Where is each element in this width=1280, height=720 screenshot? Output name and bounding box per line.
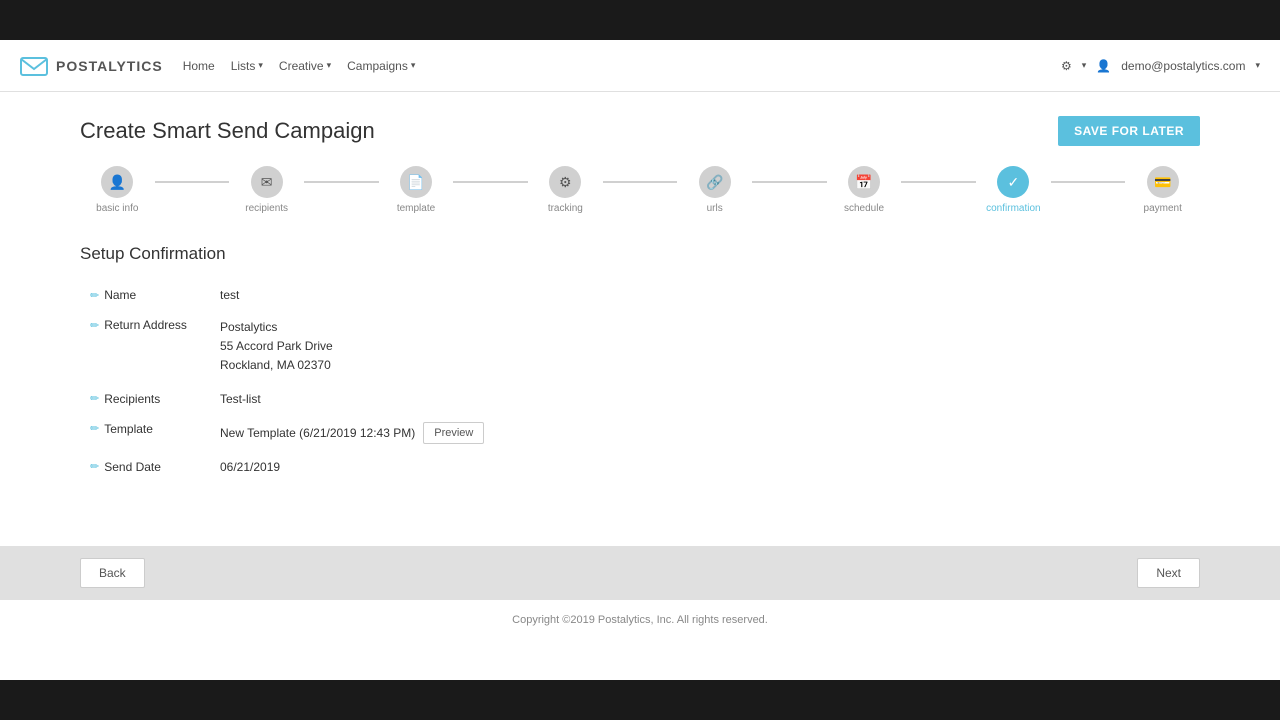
recipients-field-label: ✏ Recipients bbox=[90, 392, 200, 406]
address-line-1: Postalytics bbox=[220, 318, 1190, 337]
nav-creative[interactable]: Creative ▾ bbox=[279, 59, 331, 73]
address-line-3: Rockland, MA 02370 bbox=[220, 356, 1190, 375]
step-circle-recipients: ✉ bbox=[251, 166, 283, 198]
navbar-left: POSTALYTICS Home Lists ▾ Creative ▾ Camp… bbox=[20, 52, 415, 80]
user-email[interactable]: demo@postalytics.com bbox=[1121, 59, 1245, 73]
connector-7 bbox=[1051, 181, 1126, 183]
edit-icon-template[interactable]: ✏ bbox=[90, 422, 99, 435]
template-value: New Template (6/21/2019 12:43 PM) bbox=[220, 426, 415, 440]
confirmation-table: ✏ Name test ✏ Return Address bbox=[80, 280, 1200, 482]
step-label-tracking: tracking bbox=[548, 203, 583, 214]
step-label-confirmation: confirmation bbox=[986, 203, 1040, 214]
table-row: ✏ Send Date 06/21/2019 bbox=[80, 452, 1200, 482]
send-date-field-label: ✏ Send Date bbox=[90, 460, 200, 474]
page-title: Create Smart Send Campaign bbox=[80, 118, 375, 144]
table-row: ✏ Name test bbox=[80, 280, 1200, 310]
connector-6 bbox=[901, 181, 976, 183]
preview-button[interactable]: Preview bbox=[423, 422, 484, 444]
footer: Copyright ©2019 Postalytics, Inc. All ri… bbox=[0, 600, 1280, 640]
recipients-value: Test-list bbox=[220, 392, 261, 406]
step-label-basic-info: basic info bbox=[96, 203, 138, 214]
section-title: Setup Confirmation bbox=[80, 244, 1200, 264]
logo-icon bbox=[20, 52, 48, 80]
user-icon: 👤 bbox=[1096, 59, 1111, 73]
step-tracking: ⚙ tracking bbox=[528, 166, 603, 214]
page-header: Create Smart Send Campaign SAVE FOR LATE… bbox=[80, 116, 1200, 146]
step-circle-basic-info: 👤 bbox=[101, 166, 133, 198]
step-label-urls: urls bbox=[707, 203, 723, 214]
step-schedule: 📅 schedule bbox=[827, 166, 902, 214]
step-icon-confirmation: ✓ bbox=[1007, 174, 1019, 191]
step-basic-info: 👤 basic info bbox=[80, 166, 155, 214]
step-circle-urls: 🔗 bbox=[699, 166, 731, 198]
footer-text: Copyright ©2019 Postalytics, Inc. All ri… bbox=[512, 614, 768, 626]
table-row: ✏ Return Address Postalytics 55 Accord P… bbox=[80, 310, 1200, 384]
connector-5 bbox=[752, 181, 827, 183]
step-icon-tracking: ⚙ bbox=[559, 174, 572, 191]
return-address-field-label: ✏ Return Address bbox=[90, 318, 200, 332]
step-circle-template: 📄 bbox=[400, 166, 432, 198]
step-confirmation: ✓ confirmation bbox=[976, 166, 1051, 214]
connector-1 bbox=[155, 181, 230, 183]
step-label-schedule: schedule bbox=[844, 203, 884, 214]
table-row: ✏ Recipients Test-list bbox=[80, 384, 1200, 414]
connector-4 bbox=[603, 181, 678, 183]
step-icon-urls: 🔗 bbox=[706, 174, 723, 191]
connector-2 bbox=[304, 181, 379, 183]
bottom-bar: Back Next bbox=[0, 546, 1280, 600]
step-payment: 💳 payment bbox=[1125, 166, 1200, 214]
step-icon-basic-info: 👤 bbox=[109, 174, 126, 191]
creative-chevron-icon: ▾ bbox=[327, 60, 332, 71]
step-circle-tracking: ⚙ bbox=[549, 166, 581, 198]
page-content: Create Smart Send Campaign SAVE FOR LATE… bbox=[0, 92, 1280, 506]
step-label-payment: payment bbox=[1144, 203, 1182, 214]
steps-progress: 👤 basic info ✉ recipients 📄 template bbox=[80, 166, 1200, 214]
logo: POSTALYTICS bbox=[20, 52, 163, 80]
step-icon-recipients: ✉ bbox=[261, 174, 273, 191]
address-line-2: 55 Accord Park Drive bbox=[220, 337, 1190, 356]
settings-chevron-icon: ▾ bbox=[1082, 60, 1087, 71]
return-address-value: Postalytics 55 Accord Park Drive Rocklan… bbox=[220, 318, 1190, 376]
lists-chevron-icon: ▾ bbox=[258, 60, 263, 71]
edit-icon-return-address[interactable]: ✏ bbox=[90, 319, 99, 332]
save-for-later-button[interactable]: SAVE FOR LATER bbox=[1058, 116, 1200, 146]
nav-lists[interactable]: Lists ▾ bbox=[231, 59, 263, 73]
table-row: ✏ Template New Template (6/21/2019 12:43… bbox=[80, 414, 1200, 452]
step-icon-payment: 💳 bbox=[1154, 174, 1171, 191]
step-circle-payment: 💳 bbox=[1147, 166, 1179, 198]
step-urls: 🔗 urls bbox=[677, 166, 752, 214]
connector-3 bbox=[453, 181, 528, 183]
campaigns-chevron-icon: ▾ bbox=[411, 60, 416, 71]
nav-links: Home Lists ▾ Creative ▾ Campaigns ▾ bbox=[183, 59, 416, 73]
edit-icon-recipients[interactable]: ✏ bbox=[90, 392, 99, 405]
send-date-value: 06/21/2019 bbox=[220, 460, 280, 474]
settings-icon[interactable]: ⚙ bbox=[1061, 59, 1072, 73]
back-button[interactable]: Back bbox=[80, 558, 145, 588]
step-label-template: template bbox=[397, 203, 435, 214]
name-value: test bbox=[220, 288, 239, 302]
nav-campaigns[interactable]: Campaigns ▾ bbox=[347, 59, 415, 73]
step-icon-schedule: 📅 bbox=[855, 174, 872, 191]
step-label-recipients: recipients bbox=[245, 203, 288, 214]
step-circle-schedule: 📅 bbox=[848, 166, 880, 198]
edit-icon-send-date[interactable]: ✏ bbox=[90, 460, 99, 473]
step-recipients: ✉ recipients bbox=[229, 166, 304, 214]
step-circle-confirmation: ✓ bbox=[997, 166, 1029, 198]
name-field-label: ✏ Name bbox=[90, 288, 200, 302]
edit-icon-name[interactable]: ✏ bbox=[90, 289, 99, 302]
brand-name: POSTALYTICS bbox=[56, 58, 163, 74]
navbar: POSTALYTICS Home Lists ▾ Creative ▾ Camp… bbox=[0, 40, 1280, 92]
next-button[interactable]: Next bbox=[1137, 558, 1200, 588]
nav-home[interactable]: Home bbox=[183, 59, 215, 73]
step-icon-template: 📄 bbox=[407, 174, 424, 191]
user-chevron-icon: ▾ bbox=[1255, 60, 1260, 71]
template-value-cell: New Template (6/21/2019 12:43 PM) Previe… bbox=[220, 422, 1190, 444]
navbar-right: ⚙ ▾ 👤 demo@postalytics.com ▾ bbox=[1061, 59, 1260, 73]
template-field-label: ✏ Template bbox=[90, 422, 200, 436]
step-template: 📄 template bbox=[379, 166, 454, 214]
